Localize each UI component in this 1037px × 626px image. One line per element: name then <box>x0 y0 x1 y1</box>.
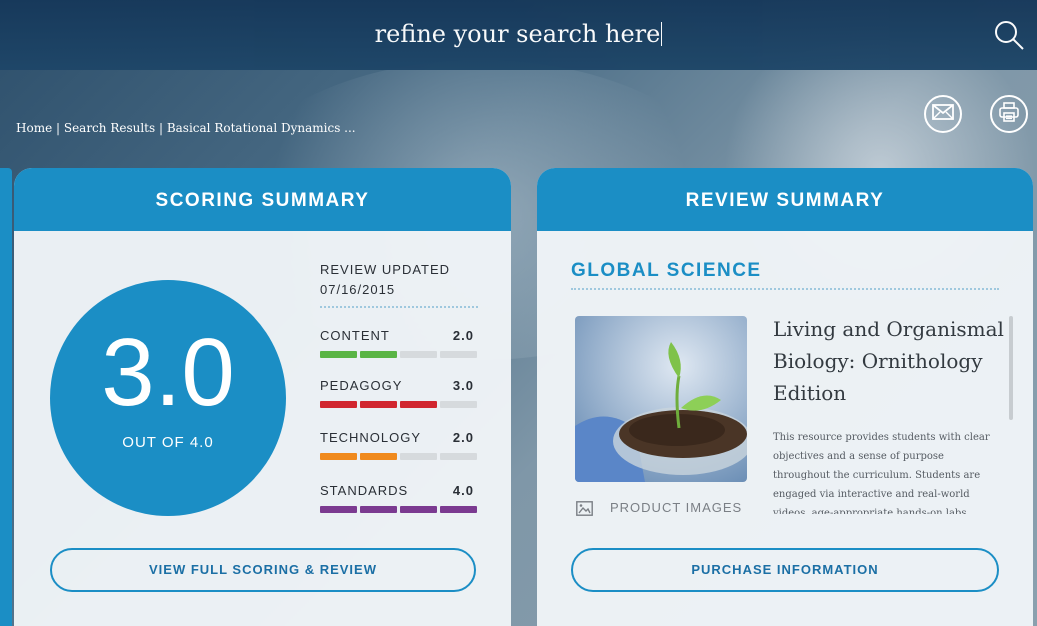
breadcrumb[interactable]: Home | Search Results | Basical Rotation… <box>16 121 356 135</box>
score-bar-segment <box>440 401 477 408</box>
product-image[interactable] <box>575 316 747 482</box>
email-icon <box>932 103 954 125</box>
review-updated-date: 07/16/2015 <box>320 282 396 297</box>
print-button[interactable] <box>990 95 1028 133</box>
scoring-summary-card: SCORING SUMMARY 3.0 OUT OF 4.0 REVIEW UP… <box>14 168 511 626</box>
score-bar-segment <box>440 453 477 460</box>
score-value: 3.0 <box>452 378 474 393</box>
print-icon <box>999 101 1019 127</box>
score-value: 2.0 <box>452 328 474 343</box>
score-bar-segment <box>320 453 357 460</box>
search-input-value[interactable]: refine your search here <box>375 20 661 48</box>
score-bar-segment <box>360 351 397 358</box>
publisher-name[interactable]: GLOBAL SCIENCE <box>571 260 762 282</box>
view-full-scoring-button[interactable]: VIEW FULL SCORING & REVIEW <box>50 548 476 592</box>
product-images-link[interactable]: PRODUCT IMAGES <box>610 500 742 515</box>
score-bar-segment <box>440 351 477 358</box>
score-bar-segment <box>400 506 437 513</box>
overall-score: 3.0 <box>101 319 235 426</box>
score-bar-segment <box>440 506 477 513</box>
divider <box>571 288 999 290</box>
review-updated-label: REVIEW UPDATED <box>320 262 451 277</box>
score-bar-segment <box>320 351 357 358</box>
score-bar <box>320 351 477 358</box>
score-bar <box>320 453 477 460</box>
text-caret <box>661 22 663 46</box>
review-updated: REVIEW UPDATED 07/16/2015 <box>320 260 450 300</box>
review-summary-header: REVIEW SUMMARY <box>537 168 1033 231</box>
previous-card-edge[interactable] <box>0 168 12 626</box>
score-row-content: CONTENT 2.0 <box>320 328 477 358</box>
score-value: 2.0 <box>452 430 474 445</box>
score-bar-segment <box>360 506 397 513</box>
score-bar-segment <box>360 401 397 408</box>
score-row-pedagogy: PEDAGOGY 3.0 <box>320 378 477 408</box>
score-bar-segment <box>320 506 357 513</box>
search-bar: refine your search here <box>0 0 1037 70</box>
score-row-standards: STANDARDS 4.0 <box>320 483 477 513</box>
score-value: 4.0 <box>452 483 474 498</box>
search-icon[interactable] <box>992 18 1026 52</box>
score-bar-segment <box>400 351 437 358</box>
scoring-summary-header: SCORING SUMMARY <box>14 168 511 231</box>
scrollbar[interactable] <box>1009 316 1013 420</box>
score-bar-segment <box>320 401 357 408</box>
score-bar <box>320 506 477 513</box>
divider <box>320 306 478 308</box>
purchase-information-button[interactable]: PURCHASE INFORMATION <box>571 548 999 592</box>
score-bar-segment <box>400 401 437 408</box>
product-title: Living and Organismal Biology: Ornitholo… <box>773 317 1004 405</box>
search-input[interactable]: refine your search here <box>0 20 1037 48</box>
overall-score-max: OUT OF 4.0 <box>122 434 214 451</box>
image-icon <box>576 501 593 516</box>
review-summary-card: REVIEW SUMMARY GLOBAL SCIENCE PRODUCT IM… <box>537 168 1033 626</box>
product-description: This resource provides students with cle… <box>773 432 990 514</box>
score-bar <box>320 401 477 408</box>
score-row-technology: TECHNOLOGY 2.0 <box>320 430 477 460</box>
score-bar-segment <box>400 453 437 460</box>
score-bar-segment <box>360 453 397 460</box>
email-button[interactable] <box>924 95 962 133</box>
overall-score-circle: 3.0 OUT OF 4.0 <box>50 280 286 516</box>
